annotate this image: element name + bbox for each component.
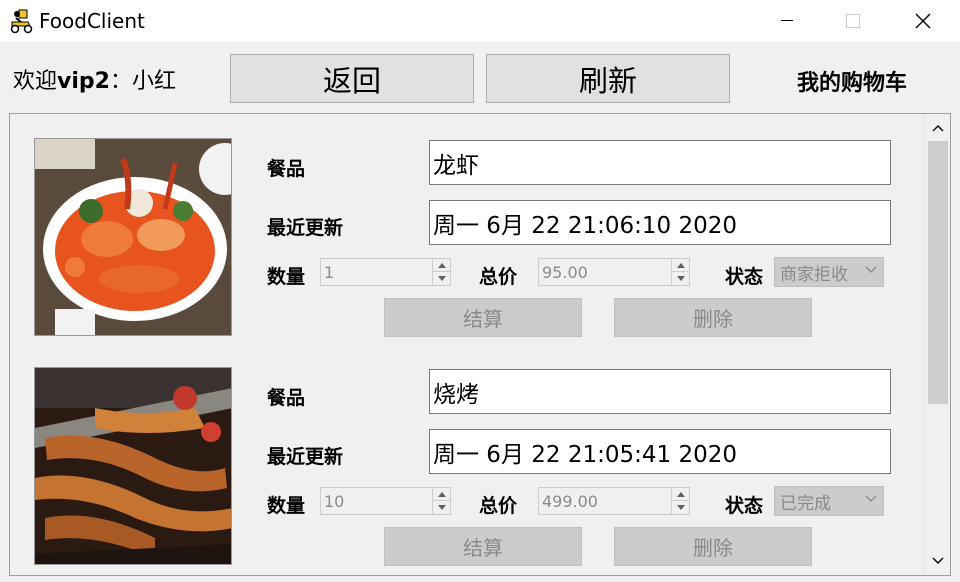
food-name-field[interactable]: 烧烤 xyxy=(429,369,891,414)
chevron-up-icon[interactable] xyxy=(672,488,689,501)
status-label: 状态 xyxy=(725,266,764,288)
orders-scroll-area[interactable]: 餐品 龙虾 最近更新 周一 6月 22 21:06:10 2020 数量 1 总… xyxy=(9,113,951,576)
scroll-thumb[interactable] xyxy=(928,141,948,404)
quantity-value: 10 xyxy=(324,491,345,511)
chevron-down-icon xyxy=(865,266,877,273)
refresh-button[interactable]: 刷新 xyxy=(486,54,730,103)
back-button[interactable]: 返回 xyxy=(230,54,474,103)
quantity-stepper[interactable] xyxy=(432,488,450,514)
quantity-stepper[interactable] xyxy=(432,259,450,285)
window-title: FoodClient xyxy=(39,9,145,33)
food-name-field[interactable]: 龙虾 xyxy=(429,140,891,185)
chevron-down-icon[interactable] xyxy=(433,272,450,285)
quantity-value: 1 xyxy=(324,262,335,282)
scroll-down-button[interactable] xyxy=(925,549,950,573)
cart-title: 我的购物车 xyxy=(797,70,908,96)
chevron-down-icon[interactable] xyxy=(672,501,689,514)
barbecue-image xyxy=(34,367,232,565)
chevron-down-icon[interactable] xyxy=(672,272,689,285)
maximize-icon xyxy=(846,14,860,28)
food-label: 餐品 xyxy=(267,158,306,180)
total-label: 总价 xyxy=(479,266,518,288)
delivery-scooter-icon xyxy=(8,8,34,34)
updated-time-field[interactable]: 周一 6月 22 21:05:41 2020 xyxy=(429,429,891,474)
scroll-up-button[interactable] xyxy=(925,116,950,140)
lobster-dish-image xyxy=(34,138,232,336)
quantity-label: 数量 xyxy=(267,266,306,288)
quantity-spinbox[interactable]: 1 xyxy=(320,258,451,286)
status-value: 商家拒收 xyxy=(780,264,848,285)
chevron-down-icon xyxy=(865,495,877,502)
order-item: 餐品 烧烤 最近更新 周一 6月 22 21:05:41 2020 数量 10 … xyxy=(10,343,925,566)
total-value: 499.00 xyxy=(542,491,598,511)
total-spinbox[interactable]: 499.00 xyxy=(538,487,690,515)
total-spinbox[interactable]: 95.00 xyxy=(538,258,690,286)
chevron-up-icon[interactable] xyxy=(433,488,450,501)
minimize-button[interactable] xyxy=(764,0,810,42)
minimize-icon xyxy=(781,20,793,21)
updated-label: 最近更新 xyxy=(267,217,344,239)
chevron-down-icon xyxy=(932,557,943,564)
status-select[interactable]: 已完成 xyxy=(774,486,884,516)
status-value: 已完成 xyxy=(780,493,831,514)
updated-time-field[interactable]: 周一 6月 22 21:06:10 2020 xyxy=(429,200,891,245)
delete-button[interactable]: 删除 xyxy=(614,527,812,566)
chevron-up-icon[interactable] xyxy=(433,259,450,272)
quantity-label: 数量 xyxy=(267,495,306,517)
total-label: 总价 xyxy=(479,495,518,517)
order-item: 餐品 龙虾 最近更新 周一 6月 22 21:06:10 2020 数量 1 总… xyxy=(10,114,925,337)
title-bar: FoodClient xyxy=(0,0,960,42)
checkout-button[interactable]: 结算 xyxy=(384,527,582,566)
chevron-down-icon[interactable] xyxy=(433,501,450,514)
delete-button[interactable]: 删除 xyxy=(614,298,812,337)
food-client-window: FoodClient 欢迎vip2：小红 返回 刷新 我的购物车 餐品 龙虾 最… xyxy=(0,0,960,582)
total-value: 95.00 xyxy=(542,262,588,282)
welcome-suffix: ：小红 xyxy=(109,69,176,94)
close-icon xyxy=(915,13,931,29)
chevron-up-icon[interactable] xyxy=(672,259,689,272)
updated-label: 最近更新 xyxy=(267,446,344,468)
total-stepper[interactable] xyxy=(671,488,689,514)
checkout-button[interactable]: 结算 xyxy=(384,298,582,337)
chevron-up-icon xyxy=(932,125,943,132)
username: vip2 xyxy=(57,69,110,94)
total-stepper[interactable] xyxy=(671,259,689,285)
status-label: 状态 xyxy=(725,495,764,517)
vertical-scrollbar[interactable] xyxy=(924,114,950,575)
food-label: 餐品 xyxy=(267,387,306,409)
welcome-text: 欢迎vip2：小红 xyxy=(13,63,176,95)
quantity-spinbox[interactable]: 10 xyxy=(320,487,451,515)
status-select[interactable]: 商家拒收 xyxy=(774,257,884,287)
maximize-button[interactable] xyxy=(830,0,876,42)
close-button[interactable] xyxy=(900,0,946,42)
welcome-prefix: 欢迎 xyxy=(13,69,58,94)
